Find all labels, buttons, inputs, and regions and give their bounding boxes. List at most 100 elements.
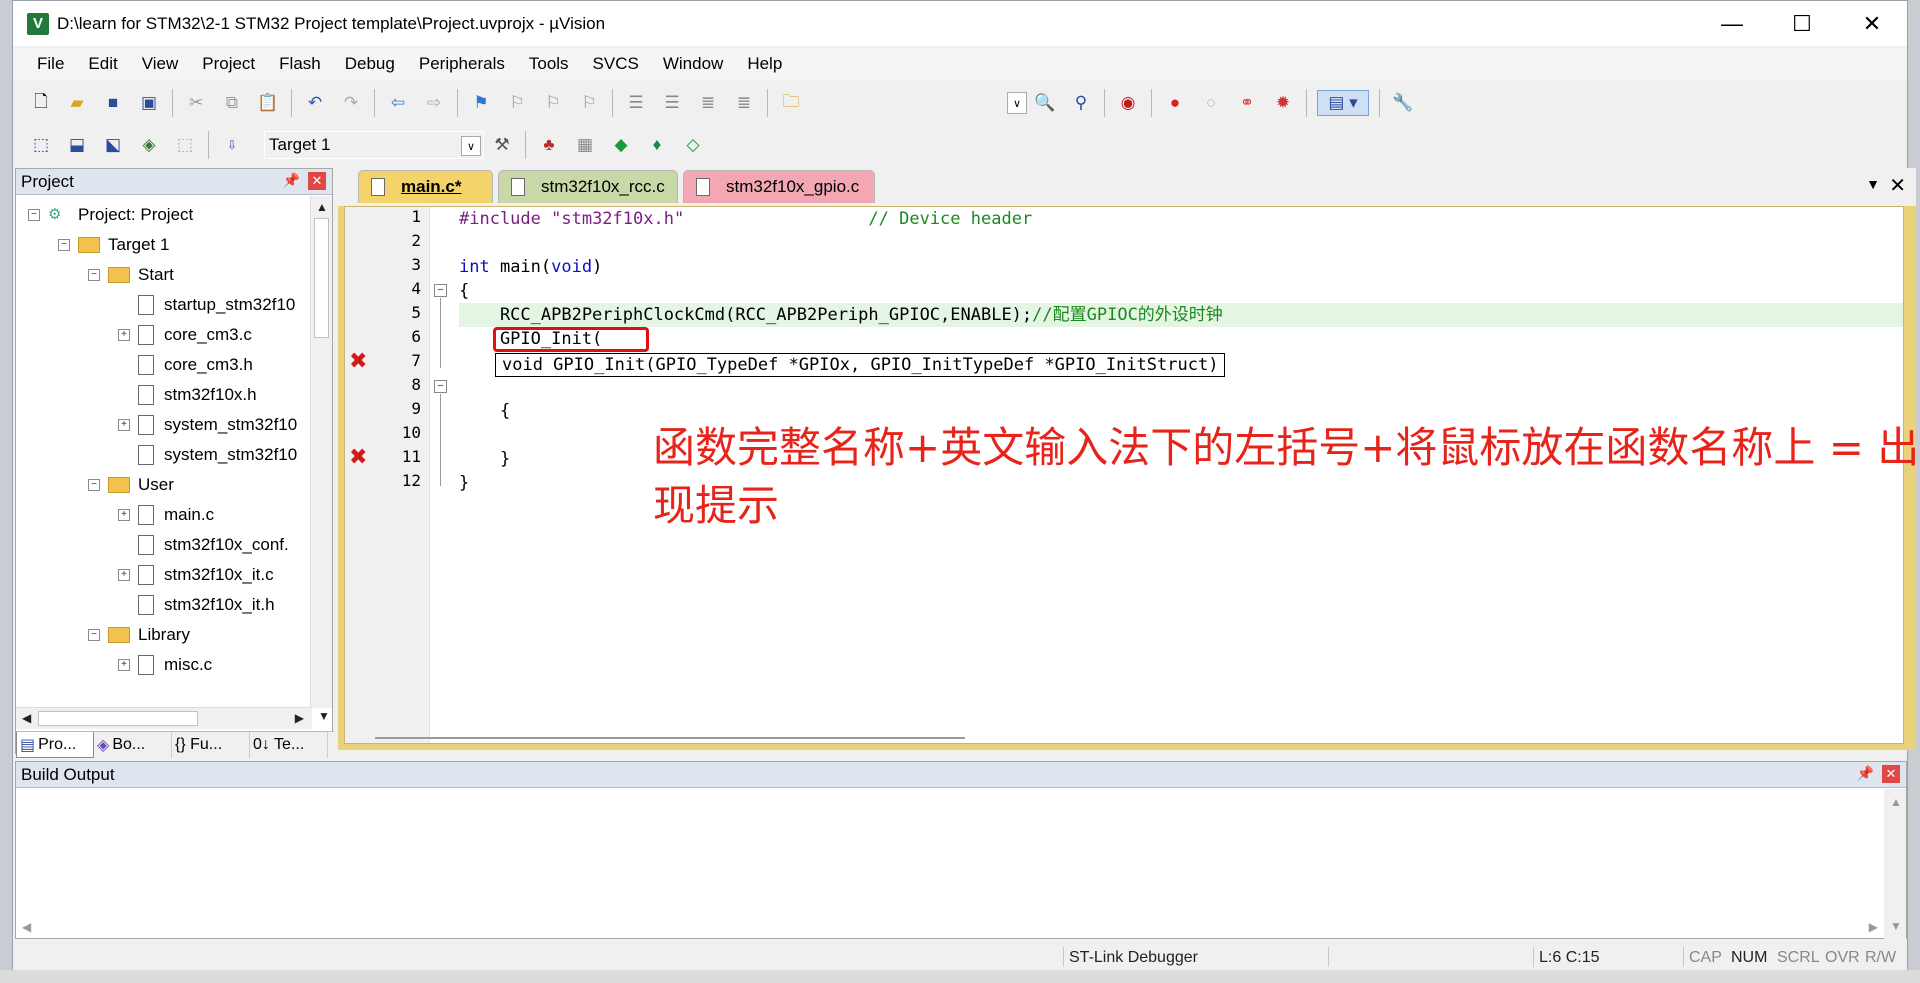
find-in-files-icon[interactable]: 🗀 [778, 90, 804, 116]
error-marker-icon[interactable]: ✖ [349, 348, 367, 374]
breakpoint-disable-icon[interactable]: ○ [1198, 90, 1224, 116]
bookmark-next-icon[interactable]: ⚐ [540, 90, 566, 116]
menu-file[interactable]: File [25, 48, 76, 80]
expand-icon[interactable]: + [118, 569, 130, 581]
unindent-icon[interactable]: ☰ [659, 90, 685, 116]
tab-stm32f10x-rcc-c[interactable]: stm32f10x_rcc.c [498, 170, 678, 203]
error-marker-icon[interactable]: ✖ [349, 444, 367, 470]
run-time-environment-icon[interactable]: ◇ [680, 132, 706, 158]
comment-icon[interactable]: ≣ [695, 90, 721, 116]
maximize-button[interactable]: ☐ [1767, 1, 1837, 46]
paste-icon[interactable]: 📋 [255, 90, 281, 116]
nav-forward-icon[interactable]: ⇨ [421, 90, 447, 116]
scroll-left-icon[interactable]: ◀ [22, 711, 31, 725]
menu-debug[interactable]: Debug [333, 48, 407, 80]
scrollbar-thumb[interactable] [375, 737, 965, 739]
fold-collapse-icon[interactable]: − [434, 284, 447, 297]
nav-back-icon[interactable]: ⇦ [385, 90, 411, 116]
copy-icon[interactable]: ⧉ [219, 90, 245, 116]
indent-icon[interactable]: ☰ [623, 90, 649, 116]
bookmark-clear-icon[interactable]: ⚐ [576, 90, 602, 116]
scrollbar-thumb[interactable] [38, 711, 198, 726]
find-combo-dropdown[interactable]: ∨ [1007, 92, 1027, 114]
menu-tools[interactable]: Tools [517, 48, 581, 80]
tree-item[interactable]: stm32f10x_it.h [118, 590, 275, 620]
scroll-up-icon[interactable]: ▲ [316, 200, 328, 214]
menu-edit[interactable]: Edit [76, 48, 129, 80]
code-editor[interactable]: 1 2 3 4 5 6 7 8 9 10 11 12 ✖ ✖ − − #incl… [344, 206, 1919, 744]
tree-item[interactable]: startup_stm32f10 [118, 290, 295, 320]
tree-item[interactable]: + core_cm3.c [118, 320, 252, 350]
editor-horizontal-scrollbar[interactable] [355, 734, 1895, 742]
rebuild-icon[interactable]: ⬕ [100, 132, 126, 158]
scroll-down-icon[interactable]: ▼ [318, 709, 330, 723]
menu-window[interactable]: Window [651, 48, 735, 80]
close-icon[interactable]: ✕ [308, 172, 326, 190]
scroll-up-icon[interactable]: ▲ [1890, 795, 1902, 809]
batch-build-icon[interactable]: ◈ [136, 132, 162, 158]
uncomment-icon[interactable]: ≣ [731, 90, 757, 116]
target-options-icon[interactable]: ⚒ [489, 132, 515, 158]
save-icon[interactable]: ■ [100, 90, 126, 116]
tree-vertical-scrollbar[interactable]: ▲ [310, 196, 332, 708]
collapse-icon[interactable]: − [88, 269, 100, 281]
tree-item[interactable]: − ⚙ Project: Project [28, 200, 193, 230]
stop-build-icon[interactable]: ⬚ [172, 132, 198, 158]
breakpoint-kill-all-icon[interactable]: ✹ [1270, 90, 1296, 116]
undo-icon[interactable]: ↶ [302, 90, 328, 116]
expand-icon[interactable]: + [118, 659, 130, 671]
scroll-down-icon[interactable]: ▼ [1890, 919, 1902, 933]
tree-horizontal-scrollbar[interactable]: ◀ ▶ [16, 707, 312, 729]
fold-collapse-icon[interactable]: − [434, 380, 447, 393]
new-file-icon[interactable]: 🗋 [28, 90, 54, 116]
save-all-icon[interactable]: ▣ [136, 90, 162, 116]
menu-help[interactable]: Help [735, 48, 794, 80]
manage-packs-icon[interactable]: ◆ [608, 132, 634, 158]
tab-project[interactable]: ▤ Pro... [16, 732, 94, 758]
scroll-right-icon[interactable]: ▶ [295, 711, 304, 725]
download-icon[interactable]: ⇩ [219, 132, 245, 158]
close-tab-icon[interactable]: ✕ [1889, 173, 1906, 198]
menu-flash[interactable]: Flash [267, 48, 333, 80]
tree-item[interactable]: stm32f10x.h [118, 380, 257, 410]
expand-icon[interactable]: + [118, 419, 130, 431]
collapse-icon[interactable]: − [58, 239, 70, 251]
tab-templates[interactable]: 0↓ Te... [250, 732, 328, 758]
configure-tools-icon[interactable]: 🔧 [1390, 90, 1416, 116]
collapse-icon[interactable]: − [88, 479, 100, 491]
collapse-icon[interactable]: − [28, 209, 40, 221]
expand-icon[interactable]: + [118, 509, 130, 521]
close-button[interactable]: ✕ [1837, 1, 1907, 46]
tab-functions[interactable]: {} Fu... [172, 732, 250, 758]
tree-item[interactable]: + main.c [118, 500, 214, 530]
scroll-left-icon[interactable]: ◀ [22, 920, 31, 934]
build-vertical-scrollbar[interactable]: ▲ ▼ [1884, 789, 1906, 939]
tree-item[interactable]: stm32f10x_conf. [118, 530, 289, 560]
window-layout-icon[interactable]: ▤ ▾ [1317, 90, 1369, 116]
cut-icon[interactable]: ✂ [183, 90, 209, 116]
build-horizontal-scrollbar[interactable]: ◀ ▶ [16, 915, 1884, 939]
scroll-right-icon[interactable]: ▶ [1869, 920, 1878, 934]
tree-item[interactable]: core_cm3.h [118, 350, 253, 380]
tab-stm32f10x-gpio-c[interactable]: stm32f10x_gpio.c [683, 170, 875, 203]
tree-item[interactable]: − Start [88, 260, 174, 290]
menu-peripherals[interactable]: Peripherals [407, 48, 517, 80]
tree-item[interactable]: − Target 1 [58, 230, 169, 260]
minimize-button[interactable]: — [1697, 1, 1767, 46]
tree-item[interactable]: + stm32f10x_it.c [118, 560, 274, 590]
tab-books[interactable]: ◈ Bo... [94, 732, 172, 758]
target-select[interactable]: Target 1 ∨ [264, 131, 484, 159]
collapse-icon[interactable]: − [88, 629, 100, 641]
incremental-find-icon[interactable]: ⚲ [1068, 90, 1094, 116]
breakpoint-disable-all-icon[interactable]: ⚭ [1234, 90, 1260, 116]
tab-main-c[interactable]: main.c* [358, 170, 493, 203]
debug-session-icon[interactable]: ◉ [1115, 90, 1141, 116]
tree-item[interactable]: + system_stm32f10 [118, 410, 297, 440]
expand-icon[interactable]: + [118, 329, 130, 341]
bookmark-icon[interactable]: ⚑ [468, 90, 494, 116]
pin-icon[interactable]: 📌 [1857, 765, 1874, 782]
editor-gutter[interactable]: 1 2 3 4 5 6 7 8 9 10 11 12 ✖ ✖ [345, 207, 429, 743]
tab-list-dropdown-icon[interactable]: ▼ [1866, 176, 1880, 192]
tree-item[interactable]: − Library [88, 620, 190, 650]
close-icon[interactable]: ✕ [1882, 765, 1900, 783]
